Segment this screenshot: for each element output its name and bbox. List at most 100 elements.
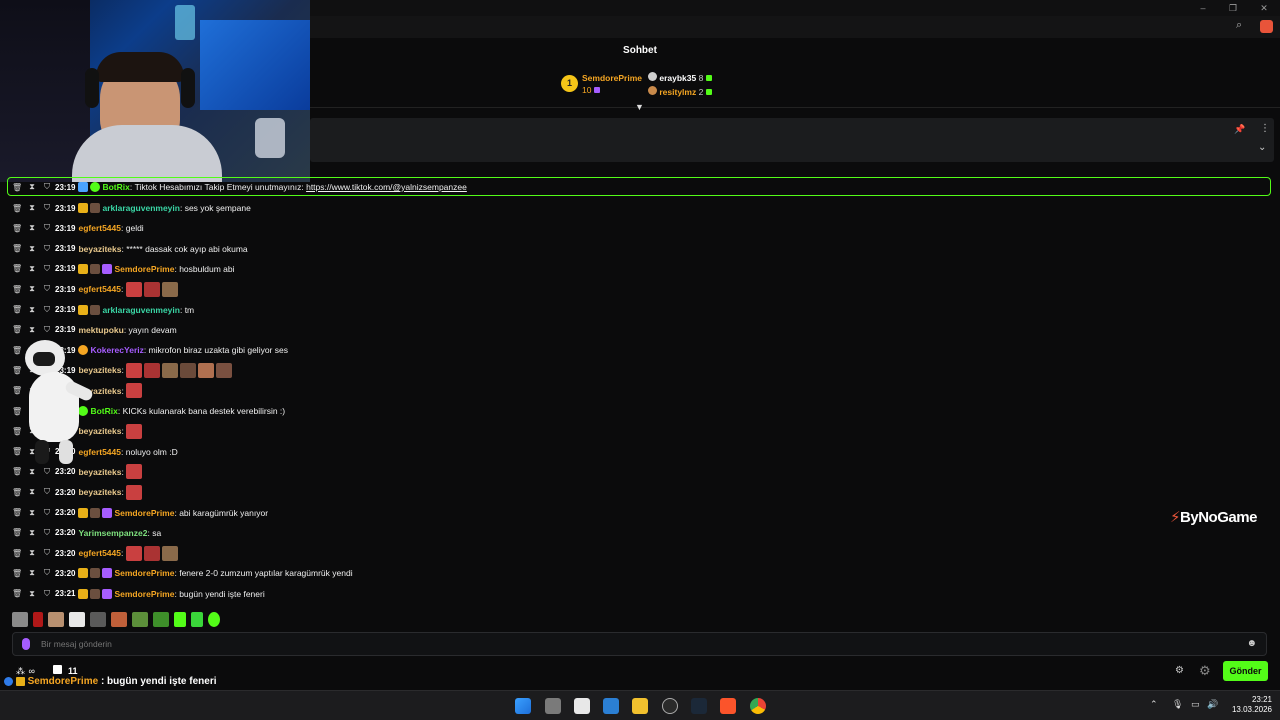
trash-icon[interactable]: 🗑 <box>12 305 22 314</box>
trash-icon[interactable]: 🗑 <box>12 488 22 497</box>
trash-icon[interactable]: 🗑 <box>12 569 22 578</box>
brave-shield-icon[interactable] <box>1260 20 1273 33</box>
minimize-icon[interactable]: – <box>1196 2 1210 14</box>
more-options-icon[interactable]: ⋮ <box>1260 123 1270 134</box>
chat-input[interactable] <box>41 636 1221 652</box>
username[interactable]: SemdorePrime <box>114 508 174 518</box>
timeout-icon[interactable]: ⧗ <box>27 467 37 477</box>
emote-button[interactable] <box>69 612 85 627</box>
username[interactable]: egfert5445 <box>78 284 121 294</box>
timeout-icon[interactable]: ⧗ <box>27 528 37 538</box>
emote-button[interactable] <box>208 612 220 627</box>
leader-row-2[interactable]: eraybk35 8 <box>648 72 712 83</box>
message-link[interactable]: https://www.tiktok.com/@yalnizsempanzee <box>306 182 467 192</box>
shield-icon[interactable]: ⛉ <box>42 528 52 538</box>
username[interactable]: SemdorePrime <box>114 264 174 274</box>
windows-start-icon[interactable] <box>515 698 531 714</box>
share-icon[interactable]: ⁂ <box>16 666 25 676</box>
timeout-icon[interactable]: ⧗ <box>27 244 37 254</box>
emote-button[interactable] <box>153 612 169 627</box>
shield-icon[interactable]: ⛉ <box>42 284 52 294</box>
emote-button[interactable] <box>48 612 64 627</box>
expand-leaderboard-icon[interactable]: ▼ <box>635 102 644 112</box>
close-icon[interactable]: ✕ <box>1257 2 1271 14</box>
trash-icon[interactable]: 🗑 <box>12 204 22 213</box>
shield-icon[interactable]: ⛉ <box>42 589 52 599</box>
microphone-icon[interactable]: 🎙 <box>1172 699 1183 710</box>
emoji-icon[interactable]: ☻ <box>1246 638 1257 649</box>
username[interactable]: mektupoku <box>78 325 123 335</box>
trash-icon[interactable]: 🗑 <box>12 467 22 476</box>
shield-icon[interactable]: ⛉ <box>42 223 52 233</box>
username[interactable]: Yarimsempanze2 <box>78 528 147 538</box>
username[interactable]: beyaziteks <box>78 487 121 497</box>
emote-button[interactable] <box>33 612 43 627</box>
timeout-icon[interactable]: ⧗ <box>27 568 37 578</box>
trash-icon[interactable]: 🗑 <box>12 508 22 517</box>
brave-icon[interactable] <box>720 698 736 714</box>
shield-icon[interactable]: ⛉ <box>42 508 52 518</box>
settings-icon[interactable]: ⚙ <box>1175 665 1184 676</box>
obs-icon[interactable] <box>662 698 678 714</box>
gear-icon[interactable]: ⚙ <box>1199 663 1211 679</box>
username[interactable]: beyaziteks <box>78 244 121 254</box>
trash-icon[interactable]: 🗑 <box>12 325 22 334</box>
leader-row-3[interactable]: resitylmz 2 <box>648 86 712 97</box>
timeout-icon[interactable]: ⧗ <box>27 223 37 233</box>
username[interactable]: SemdorePrime <box>114 568 174 578</box>
timeout-icon[interactable]: ⧗ <box>27 508 37 518</box>
emote-button[interactable] <box>191 612 203 627</box>
trash-icon[interactable]: 🗑 <box>12 264 22 273</box>
shield-icon[interactable]: ⛉ <box>42 568 52 578</box>
shield-icon[interactable]: ⛉ <box>42 305 52 315</box>
username[interactable]: SemdorePrime <box>114 589 174 599</box>
timeout-icon[interactable]: ⧗ <box>27 487 37 497</box>
shield-icon[interactable]: ⛉ <box>42 182 52 192</box>
shield-icon[interactable]: ⛉ <box>42 467 52 477</box>
username[interactable]: egfert5445 <box>78 223 121 233</box>
steam-icon[interactable] <box>691 698 707 714</box>
task-view-icon[interactable] <box>545 698 561 714</box>
shield-icon[interactable]: ⛉ <box>42 203 52 213</box>
trash-icon[interactable]: 🗑 <box>12 549 22 558</box>
search-icon[interactable]: ⌕ <box>1236 19 1242 32</box>
timeout-icon[interactable]: ⧗ <box>27 284 37 294</box>
trash-icon[interactable]: 🗑 <box>12 528 22 537</box>
emote-button[interactable] <box>12 612 28 627</box>
shield-icon[interactable]: ⛉ <box>42 244 52 254</box>
chevron-down-icon[interactable]: ⌄ <box>1258 142 1266 153</box>
leader-name[interactable]: SemdorePrime <box>582 73 642 83</box>
timeout-icon[interactable]: ⧗ <box>27 325 37 335</box>
timeout-icon[interactable]: ⧗ <box>27 264 37 274</box>
volume-icon[interactable]: 🔊 <box>1207 699 1218 710</box>
emote-button[interactable] <box>174 612 186 627</box>
trash-icon[interactable]: 🗑 <box>12 589 22 598</box>
chat-input-box[interactable]: ☻ <box>12 632 1267 656</box>
timeout-icon[interactable]: ⧗ <box>27 305 37 315</box>
restore-icon[interactable]: ❐ <box>1226 2 1240 14</box>
username[interactable]: beyaziteks <box>78 467 121 477</box>
shield-icon[interactable]: ⛉ <box>42 264 52 274</box>
pin-icon[interactable]: 📌 <box>1234 124 1245 135</box>
timeout-icon[interactable]: ⧗ <box>27 203 37 213</box>
send-button[interactable]: Gönder <box>1223 661 1268 681</box>
notepad-icon[interactable] <box>574 698 590 714</box>
timeout-icon[interactable]: ⧗ <box>27 182 37 192</box>
trash-icon[interactable]: 🗑 <box>12 244 22 253</box>
timeout-icon[interactable]: ⧗ <box>27 589 37 599</box>
trash-icon[interactable]: 🗑 <box>12 285 22 294</box>
emote-button[interactable] <box>90 612 106 627</box>
network-icon[interactable]: ▭ <box>1191 699 1200 710</box>
username[interactable]: BotRix <box>102 182 129 192</box>
username[interactable]: arklaraguvenmeyin <box>102 203 179 213</box>
username[interactable]: KokerecYeriz <box>90 345 143 355</box>
chrome-icon[interactable] <box>750 698 766 714</box>
trash-icon[interactable]: 🗑 <box>12 224 22 233</box>
timeout-icon[interactable]: ⧗ <box>27 548 37 558</box>
mic-icon[interactable] <box>22 638 30 650</box>
username[interactable]: BotRix <box>90 406 117 416</box>
emote-button[interactable] <box>132 612 148 627</box>
file-explorer-icon[interactable] <box>632 698 648 714</box>
shield-icon[interactable]: ⛉ <box>42 325 52 335</box>
clock[interactable]: 23:21 13.03.2026 <box>1228 695 1272 715</box>
